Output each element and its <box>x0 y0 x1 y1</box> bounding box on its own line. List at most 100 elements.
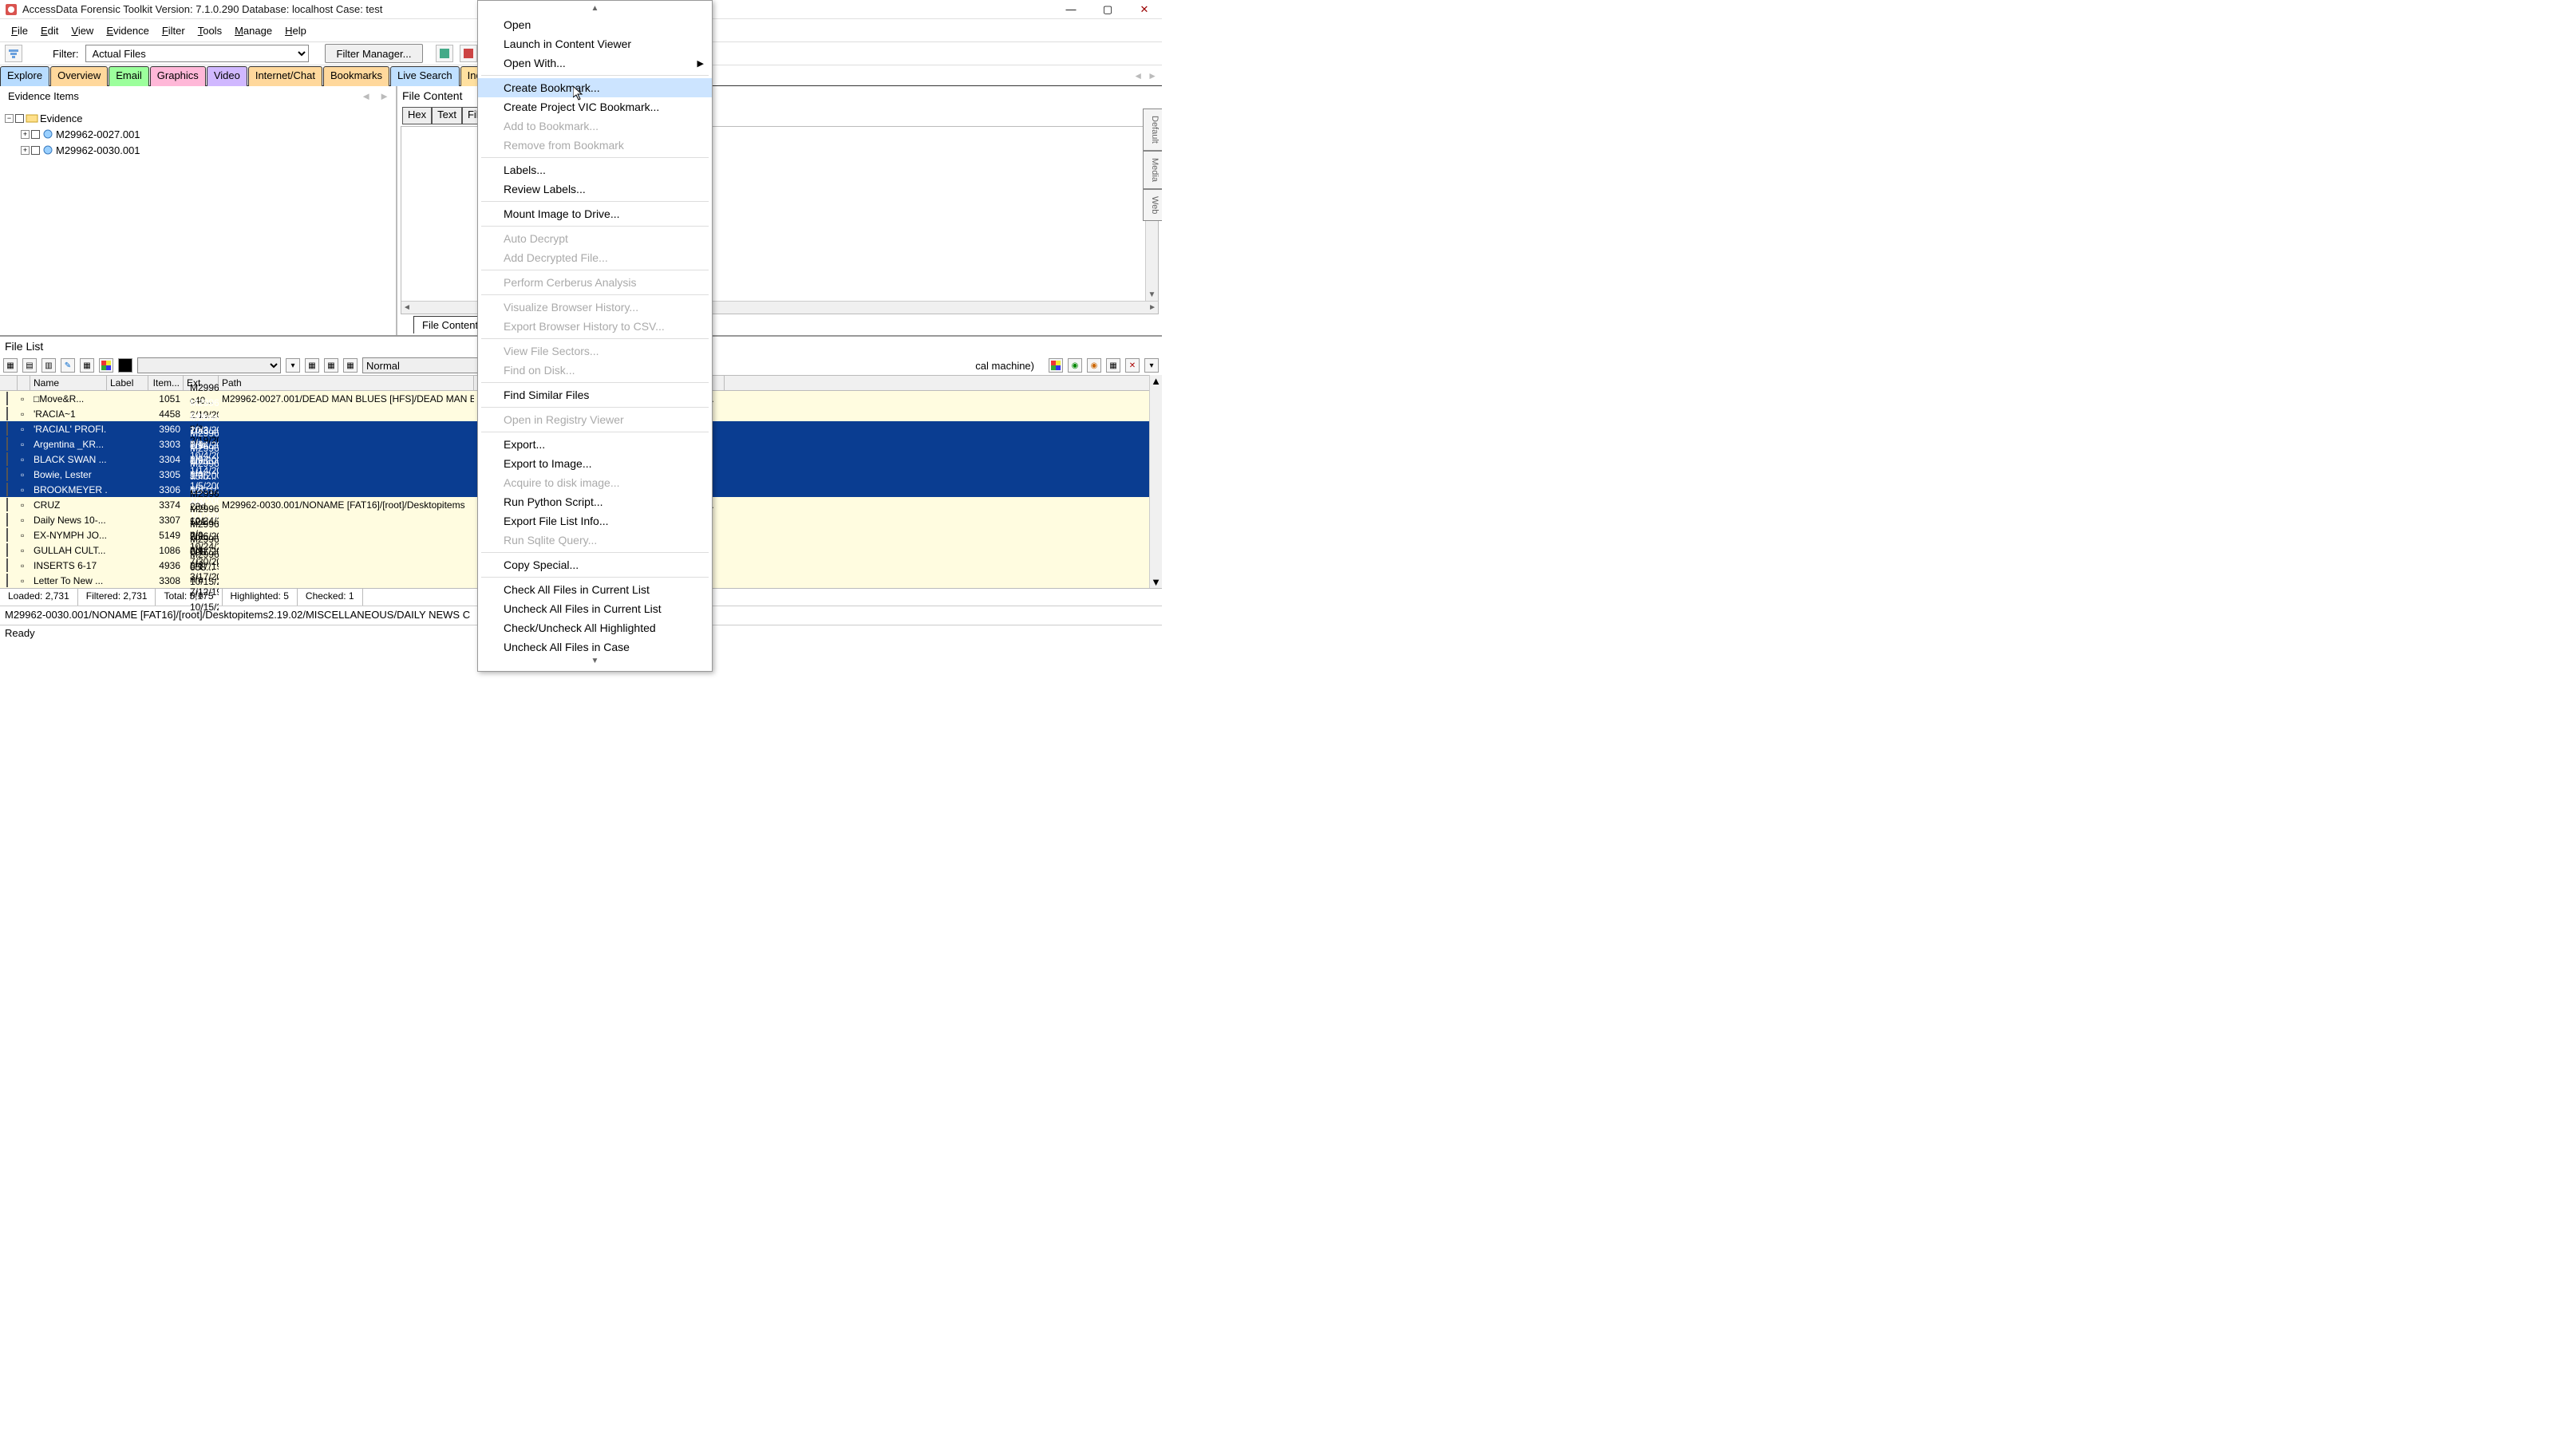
scroll-down-icon[interactable]: ▼ <box>1147 289 1158 301</box>
fl-btn-1[interactable]: ▦ <box>3 358 18 373</box>
menu-item-launch-in-content-viewer[interactable]: Launch in Content Viewer <box>478 34 712 53</box>
column-header[interactable]: Name <box>30 376 107 390</box>
menu-tools[interactable]: Tools <box>193 22 227 40</box>
menu-item-create-bookmark[interactable]: Create Bookmark... <box>478 78 712 97</box>
fl-color-icon[interactable] <box>99 358 113 373</box>
row-checkbox[interactable] <box>6 558 8 572</box>
menu-item-mount-image-to-drive[interactable]: Mount Image to Drive... <box>478 204 712 223</box>
fl-r5-icon[interactable]: ▾ <box>1144 358 1159 373</box>
fl-btn-9[interactable]: ▦ <box>343 358 358 373</box>
toolbar-icon-2[interactable] <box>460 45 477 62</box>
menu-item-check-all-files-in-current-list[interactable]: Check All Files in Current List <box>478 580 712 599</box>
evidence-tree[interactable]: − Evidence + M29962-0027.001 + M29962-00… <box>0 105 396 163</box>
tab-internet-chat[interactable]: Internet/Chat <box>248 66 322 86</box>
fl-black-icon[interactable] <box>118 358 132 373</box>
fl-globe-icon[interactable]: ◉ <box>1068 358 1082 373</box>
row-checkbox[interactable] <box>6 422 8 436</box>
tree-expand-icon[interactable]: + <box>21 146 30 155</box>
menu-item-copy-special[interactable]: Copy Special... <box>478 555 712 574</box>
tree-checkbox[interactable] <box>15 114 24 123</box>
tree-collapse-icon[interactable]: − <box>5 114 14 123</box>
row-checkbox[interactable] <box>6 437 8 451</box>
fl-r4-icon[interactable]: ▦ <box>1106 358 1120 373</box>
fl-btn-6[interactable]: ▾ <box>286 358 300 373</box>
tree-item-label[interactable]: M29962-0027.001 <box>56 128 140 140</box>
tree-checkbox[interactable] <box>31 130 40 139</box>
row-checkbox[interactable] <box>6 513 8 527</box>
menu-item-create-project-vic-bookmark[interactable]: Create Project VIC Bookmark... <box>478 97 712 116</box>
nav-fwd-icon[interactable]: ► <box>379 90 389 102</box>
side-tab-default[interactable]: Default <box>1143 109 1162 151</box>
tab-graphics[interactable]: Graphics <box>150 66 206 86</box>
column-header[interactable]: Item... <box>148 376 184 390</box>
grid-scrollbar[interactable]: ▲▼ <box>1149 375 1162 588</box>
fl-select-1[interactable] <box>137 357 281 373</box>
maximize-button[interactable]: ▢ <box>1098 2 1117 18</box>
scroll-left-icon[interactable]: ◄ <box>401 302 413 314</box>
menu-scroll-down-icon[interactable]: ▼ <box>478 657 712 668</box>
fl-close-icon[interactable]: ✕ <box>1125 358 1140 373</box>
row-checkbox[interactable] <box>6 468 8 481</box>
fl-btn-3[interactable]: ▥ <box>41 358 56 373</box>
menu-item-run-python-script[interactable]: Run Python Script... <box>478 492 712 511</box>
side-tab-media[interactable]: Media <box>1143 151 1162 189</box>
side-tab-web[interactable]: Web <box>1143 189 1162 221</box>
scroll-up-icon[interactable]: ▲ <box>1151 375 1161 387</box>
row-checkbox[interactable] <box>6 483 8 496</box>
tree-root-label[interactable]: Evidence <box>40 112 82 124</box>
menu-edit[interactable]: Edit <box>36 22 63 40</box>
menu-item-find-similar-files[interactable]: Find Similar Files <box>478 385 712 404</box>
filter-select[interactable]: Actual Files <box>85 45 309 62</box>
menu-item-review-labels[interactable]: Review Labels... <box>478 180 712 199</box>
menu-item-export[interactable]: Export... <box>478 435 712 454</box>
row-checkbox[interactable] <box>6 543 8 557</box>
filter-manager-button[interactable]: Filter Manager... <box>325 44 424 63</box>
menu-item-uncheck-all-files-in-current-list[interactable]: Uncheck All Files in Current List <box>478 599 712 618</box>
view-tab-text[interactable]: Text <box>432 107 462 124</box>
tree-item-label[interactable]: M29962-0030.001 <box>56 144 140 156</box>
menu-manage[interactable]: Manage <box>230 22 277 40</box>
menu-help[interactable]: Help <box>280 22 311 40</box>
content-bottom-tab[interactable]: File Content <box>413 316 487 333</box>
menu-item-open[interactable]: Open <box>478 15 712 34</box>
fl-btn-8[interactable]: ▦ <box>324 358 338 373</box>
tab-explore[interactable]: Explore <box>0 66 49 86</box>
row-checkbox[interactable] <box>6 392 8 405</box>
fl-btn-5[interactable]: ▦ <box>80 358 94 373</box>
minimize-button[interactable]: — <box>1061 2 1081 18</box>
view-tab-hex[interactable]: Hex <box>402 107 432 124</box>
row-checkbox[interactable] <box>6 452 8 466</box>
menu-item-labels[interactable]: Labels... <box>478 160 712 180</box>
tab-live-search[interactable]: Live Search <box>390 66 460 86</box>
menu-scroll-up-icon[interactable]: ▲ <box>478 4 712 15</box>
row-checkbox[interactable] <box>6 528 8 542</box>
tab-scroll-left-icon[interactable]: ◄ <box>1133 70 1143 81</box>
menu-item-export-file-list-info[interactable]: Export File List Info... <box>478 511 712 531</box>
column-header[interactable] <box>18 376 30 390</box>
tree-checkbox[interactable] <box>31 146 40 155</box>
fl-btn-2[interactable]: ▤ <box>22 358 37 373</box>
fl-pencil-icon[interactable]: ✎ <box>61 358 75 373</box>
toolbar-icon-1[interactable] <box>436 45 453 62</box>
menu-filter[interactable]: Filter <box>157 22 190 40</box>
tree-expand-icon[interactable]: + <box>21 130 30 139</box>
fl-btn-7[interactable]: ▦ <box>305 358 319 373</box>
row-checkbox[interactable] <box>6 498 8 511</box>
menu-evidence[interactable]: Evidence <box>101 22 153 40</box>
tab-email[interactable]: Email <box>109 66 149 86</box>
menu-item-export-to-image[interactable]: Export to Image... <box>478 454 712 473</box>
menu-file[interactable]: File <box>6 22 33 40</box>
menu-view[interactable]: View <box>66 22 98 40</box>
tab-scroll-right-icon[interactable]: ► <box>1148 70 1157 81</box>
menu-item-uncheck-all-files-in-case[interactable]: Uncheck All Files in Case <box>478 637 712 657</box>
nav-back-icon[interactable]: ◄ <box>361 90 371 102</box>
column-header[interactable] <box>0 376 18 390</box>
menu-item-open-with[interactable]: Open With...▶ <box>478 53 712 73</box>
fl-r1-icon[interactable] <box>1049 358 1063 373</box>
fl-r3-icon[interactable]: ◉ <box>1087 358 1101 373</box>
column-header[interactable]: Label <box>107 376 148 390</box>
menu-item-check-uncheck-all-highlighted[interactable]: Check/Uncheck All Highlighted <box>478 618 712 637</box>
scroll-right-icon[interactable]: ► <box>1147 302 1158 314</box>
scroll-down-icon[interactable]: ▼ <box>1151 576 1161 588</box>
row-checkbox[interactable] <box>6 574 8 587</box>
